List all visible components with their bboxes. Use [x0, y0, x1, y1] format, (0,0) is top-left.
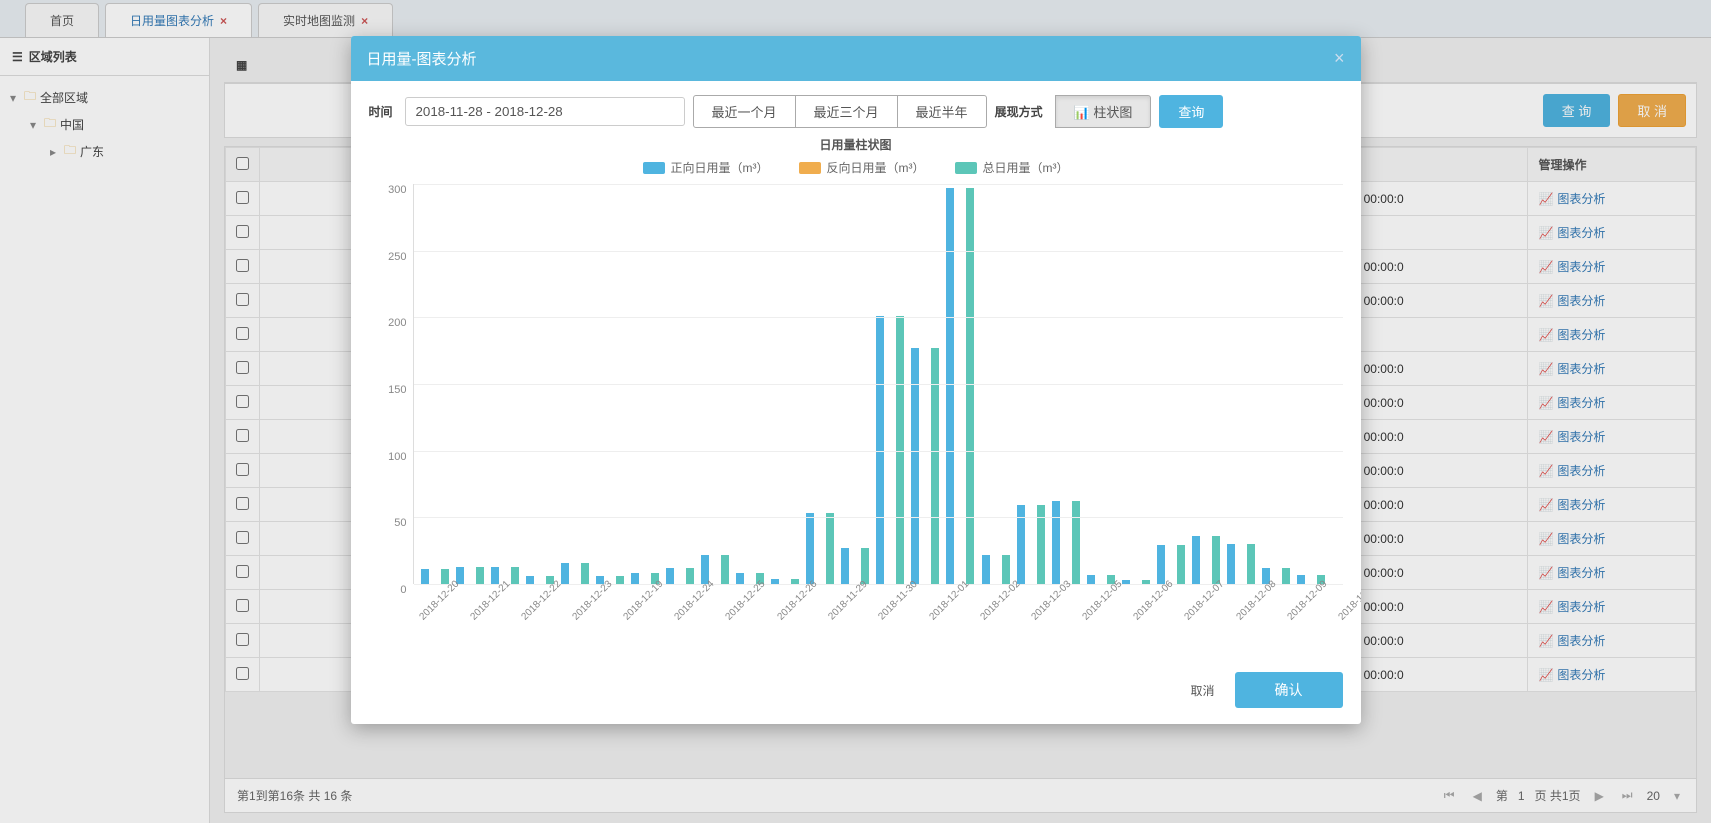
chart-area: 050100150200250300	[369, 184, 1343, 584]
modal-confirm-button[interactable]: 确认	[1235, 672, 1343, 708]
modal-cancel-button[interactable]: 取消	[1180, 676, 1224, 705]
chart-plot	[413, 184, 1343, 584]
bar-forward[interactable]	[806, 513, 814, 584]
bar-total[interactable]	[826, 513, 834, 584]
bar-forward[interactable]	[946, 188, 954, 584]
modal-header: 日用量-图表分析 ×	[351, 36, 1361, 81]
y-tick: 50	[363, 517, 407, 529]
bar-total[interactable]	[966, 188, 974, 584]
modal-title: 日用量-图表分析	[367, 48, 477, 69]
bar-total[interactable]	[441, 569, 449, 584]
modal-backdrop: 日用量-图表分析 × 时间 最近一个月 最近三个月 最近半年 展现方式 📊 柱状…	[0, 0, 1711, 823]
modal-filter-row: 时间 最近一个月 最近三个月 最近半年 展现方式 📊 柱状图 查询	[369, 95, 1343, 128]
bar-forward[interactable]	[1087, 575, 1095, 584]
bar-forward[interactable]	[1192, 536, 1200, 584]
bar-forward[interactable]	[491, 567, 499, 584]
bar-forward[interactable]	[736, 573, 744, 584]
y-axis: 050100150200250300	[369, 184, 413, 584]
time-label: 时间	[369, 103, 393, 120]
y-tick: 100	[363, 451, 407, 463]
bar-total[interactable]	[1247, 544, 1255, 584]
recent-6m-button[interactable]: 最近半年	[897, 95, 987, 128]
modal-footer: 取消 确认	[351, 662, 1361, 724]
bar-forward[interactable]	[561, 563, 569, 584]
legend-forward[interactable]: 正向日用量（m³）	[643, 159, 769, 176]
bar-total[interactable]	[1282, 568, 1290, 584]
bar-forward[interactable]	[631, 573, 639, 584]
x-axis-labels: 2018-12-202018-12-212018-12-222018-12-23…	[413, 584, 1343, 654]
quick-range-group: 最近一个月 最近三个月 最近半年	[693, 95, 987, 128]
legend-reverse[interactable]: 反向日用量（m³）	[799, 159, 925, 176]
bar-total[interactable]	[476, 567, 484, 584]
date-range-input[interactable]	[405, 97, 685, 126]
recent-1m-button[interactable]: 最近一个月	[693, 95, 796, 128]
chart-legend: 正向日用量（m³） 反向日用量（m³） 总日用量（m³）	[369, 159, 1343, 176]
legend-total[interactable]: 总日用量（m³）	[955, 159, 1069, 176]
bar-total[interactable]	[1177, 545, 1185, 584]
bar-total[interactable]	[616, 576, 624, 584]
recent-3m-button[interactable]: 最近三个月	[795, 95, 898, 128]
bar-total[interactable]	[1212, 536, 1220, 584]
y-tick: 150	[363, 384, 407, 396]
y-tick: 250	[363, 251, 407, 263]
display-mode-label: 展现方式	[995, 103, 1043, 120]
display-mode-group: 📊 柱状图	[1055, 95, 1152, 128]
bar-chart-button[interactable]: 📊 柱状图	[1055, 95, 1152, 128]
y-tick: 300	[363, 184, 407, 196]
bar-forward[interactable]	[1227, 544, 1235, 584]
bar-total[interactable]	[511, 567, 519, 584]
bar-total[interactable]	[721, 555, 729, 584]
bar-forward[interactable]	[1052, 501, 1060, 584]
close-icon[interactable]: ×	[1334, 48, 1345, 69]
bar-forward[interactable]	[1297, 575, 1305, 584]
bar-forward[interactable]	[1157, 545, 1165, 584]
bar-total[interactable]	[581, 563, 589, 584]
chart-title: 日用量柱状图	[369, 136, 1343, 153]
bar-forward[interactable]	[666, 568, 674, 584]
y-tick: 200	[363, 317, 407, 329]
bar-forward[interactable]	[841, 548, 849, 584]
bar-chart-icon: 📊	[1074, 105, 1090, 120]
y-tick: 0	[363, 584, 407, 596]
bar-total[interactable]	[1002, 555, 1010, 584]
bar-total[interactable]	[686, 568, 694, 584]
bar-forward[interactable]	[421, 569, 429, 584]
bar-forward[interactable]	[982, 555, 990, 584]
chart-modal: 日用量-图表分析 × 时间 最近一个月 最近三个月 最近半年 展现方式 📊 柱状…	[351, 36, 1361, 724]
query-button[interactable]: 查询	[1159, 95, 1223, 128]
bar-forward[interactable]	[526, 576, 534, 584]
bar-total[interactable]	[1072, 501, 1080, 584]
